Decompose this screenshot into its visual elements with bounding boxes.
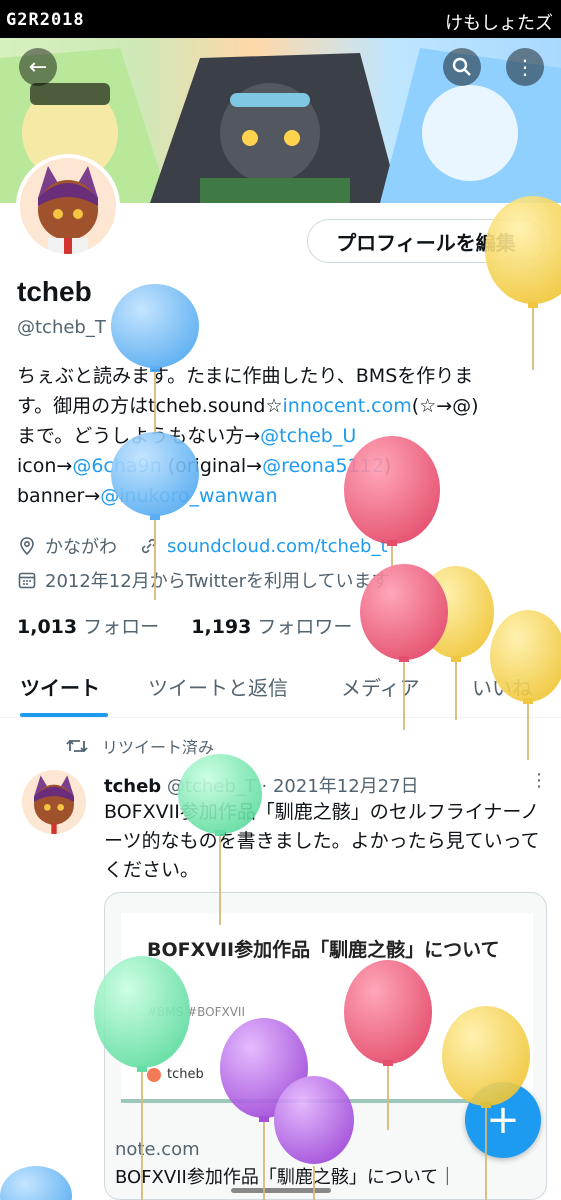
- bio-text: icon→: [17, 455, 73, 477]
- bio-link-domain[interactable]: innocent.com: [283, 395, 412, 417]
- profile-name: tcheb: [17, 276, 92, 307]
- bio-text: (original→: [161, 455, 263, 477]
- tweet-author-name[interactable]: tcheb: [104, 776, 161, 797]
- bio-line: icon→@6cha9n (original→@reona5112): [17, 451, 552, 481]
- bio-line: ちぇぶと読みます。たまに作曲したり、BMSを作りま: [17, 361, 552, 391]
- card-image-tags: #BMS #BOFXVII: [147, 1005, 246, 1019]
- calendar-icon: [18, 572, 36, 589]
- tweet-more-button[interactable]: ⋮: [530, 770, 548, 791]
- location-pin-icon: [20, 537, 34, 556]
- more-vertical-icon: ⋮: [515, 55, 535, 79]
- profile-joined-date: 2012年12月からTwitterを利用しています: [45, 571, 390, 592]
- profile-joined-row: 2012年12月からTwitterを利用しています: [17, 567, 390, 593]
- tweet-date[interactable]: · 2021年12月27日: [262, 776, 419, 797]
- tweet-text: BOFXVII参加作品「馴鹿之骸」のセルフライナーノーツ的なものを書きました。よ…: [104, 801, 540, 881]
- back-button[interactable]: ←: [19, 48, 57, 86]
- profile-handle: @tcheb_T: [17, 317, 106, 338]
- bio-link-mention[interactable]: @tcheb_U: [260, 425, 356, 447]
- profile-bio: ちぇぶと読みます。たまに作曲したり、BMSを作りま す。御用の方はtcheb.s…: [17, 361, 552, 511]
- followers-label: フォロワー: [257, 616, 353, 638]
- tab-tweets-and-replies[interactable]: ツイートと返信: [148, 672, 288, 701]
- card-image-author: tcheb: [147, 1067, 204, 1082]
- compose-tweet-button[interactable]: +: [465, 1082, 541, 1158]
- home-indicator: [231, 1188, 331, 1193]
- bio-link-mention[interactable]: @inukoro_wanwan: [100, 485, 277, 507]
- status-right-text: けもしょたズ: [445, 13, 553, 34]
- tweet-author-avatar[interactable]: [22, 770, 86, 834]
- bio-link-mention[interactable]: @6cha9n: [72, 455, 161, 477]
- profile-avatar[interactable]: [16, 154, 120, 258]
- followers-count: 1,193: [191, 616, 252, 638]
- edit-profile-button[interactable]: プロフィールを編集: [307, 219, 545, 263]
- tweet-author-handle[interactable]: @tcheb_T: [167, 776, 256, 797]
- tab-likes[interactable]: いいね: [472, 672, 532, 701]
- search-icon: [452, 57, 471, 76]
- bio-text: ちぇぶと読みます。たまに作曲したり、BMSを作りま: [17, 365, 474, 387]
- following-link[interactable]: 1,013 フォロー: [17, 616, 159, 638]
- bio-line: す。御用の方はtcheb.sound☆innocent.com(☆→@): [17, 391, 552, 421]
- profile-website-link[interactable]: soundcloud.com/tcheb_t: [167, 536, 388, 557]
- plus-icon: +: [486, 1097, 520, 1143]
- retweet-indicator: リツイート済み: [66, 734, 214, 758]
- retweet-icon: [66, 739, 88, 753]
- active-tab-indicator: [20, 713, 108, 717]
- profile-location: かながわ: [45, 537, 117, 558]
- card-image: BOFXVII参加作品「馴鹿之骸」について #BMS #BOFXVII tche…: [121, 913, 533, 1103]
- card-domain: note.com: [115, 1139, 200, 1160]
- link-icon: [141, 538, 157, 554]
- bio-text: (☆→@): [411, 395, 479, 417]
- following-label: フォロー: [83, 616, 160, 638]
- profile-meta-row: かながわ soundcloud.com/tcheb_t: [17, 533, 388, 559]
- retweet-label: リツイート済み: [102, 738, 215, 757]
- tab-tweets[interactable]: ツイート: [20, 672, 100, 701]
- more-vertical-icon: ⋮: [530, 770, 548, 791]
- bio-line: banner→@inukoro_wanwan: [17, 481, 552, 511]
- link-card[interactable]: BOFXVII参加作品「馴鹿之骸」について #BMS #BOFXVII tche…: [104, 892, 547, 1200]
- tab-media[interactable]: メディア: [341, 672, 420, 701]
- bio-text: す。御用の方はtcheb.sound☆: [17, 395, 283, 417]
- card-author-name: tcheb: [167, 1067, 204, 1082]
- bio-text: まで。どうしようもない方→: [17, 425, 261, 447]
- followers-link[interactable]: 1,193 フォロワー: [191, 616, 352, 638]
- card-description: BOFXVII参加作品「馴鹿之骸」について｜: [115, 1167, 457, 1188]
- status-left-text: G2R2018: [6, 10, 85, 30]
- bio-line: まで。どうしようもない方→@tcheb_U: [17, 421, 552, 451]
- profile-tabs: ツイート ツイートと返信 メディア いいね: [0, 662, 561, 718]
- search-button[interactable]: [443, 48, 481, 86]
- following-count: 1,013: [17, 616, 78, 638]
- status-bar: G2R2018 けもしょたズ: [0, 0, 561, 38]
- author-avatar-icon: [147, 1067, 161, 1082]
- avatar: [20, 158, 116, 254]
- more-button[interactable]: ⋮: [506, 48, 544, 86]
- tweet-header: tcheb @tcheb_T · 2021年12月27日: [104, 772, 419, 798]
- profile-stats: 1,013 フォロー 1,193 フォロワー: [17, 612, 352, 639]
- bio-link-mention[interactable]: @reona5112: [262, 455, 384, 477]
- card-image-title: BOFXVII参加作品「馴鹿之骸」について: [147, 939, 500, 961]
- balloon: [0, 1166, 72, 1200]
- bio-text: ): [383, 455, 392, 477]
- arrow-left-icon: ←: [28, 54, 48, 80]
- bio-text: banner→: [17, 485, 101, 507]
